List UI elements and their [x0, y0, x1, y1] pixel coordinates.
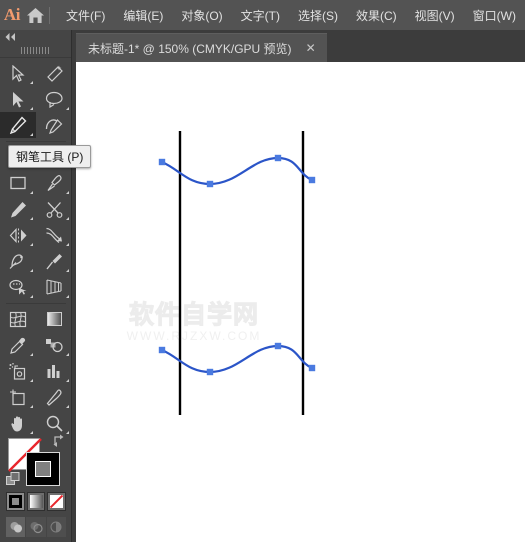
tool-free-transform[interactable]	[0, 248, 36, 274]
tool-group-corner	[66, 405, 69, 408]
gradient-mode-button[interactable]	[26, 492, 46, 511]
menubar-separator	[49, 6, 51, 24]
tool-group-corner	[66, 353, 69, 356]
tool-panel	[0, 30, 72, 542]
menu-bar: Ai 文件(F) 编辑(E) 对象(O) 文字(T) 选择(S) 效果(C) 视…	[0, 0, 525, 30]
tool-artboard[interactable]	[0, 384, 36, 410]
anchor-point[interactable]	[158, 158, 166, 166]
tool-paintbrush[interactable]	[36, 170, 72, 196]
tool-symbol-sprayer[interactable]	[0, 358, 36, 384]
canvas-area[interactable]: 软件自学网 WWW.RJZXW.COM	[76, 62, 525, 542]
anchor-point[interactable]	[274, 342, 282, 350]
tool-eyedropper[interactable]	[0, 332, 36, 358]
tool-group-corner	[30, 353, 33, 356]
tool-group-corner	[66, 107, 69, 110]
tool-column-graph[interactable]	[36, 358, 72, 384]
home-icon[interactable]	[24, 0, 46, 30]
stroke-inner-square	[35, 461, 51, 477]
tool-direct-selection[interactable]	[0, 86, 36, 112]
tool-slice[interactable]	[36, 384, 72, 410]
stroke-swatch[interactable]	[26, 452, 60, 486]
tool-pencil[interactable]	[0, 196, 36, 222]
tool-group-corner	[30, 107, 33, 110]
tool-lasso[interactable]	[36, 86, 72, 112]
tool-width[interactable]	[36, 222, 72, 248]
tool-group-corner	[30, 295, 33, 298]
tool-magic-wand[interactable]	[36, 60, 72, 86]
bottom-wave-path	[161, 344, 313, 374]
tool-tooltip: 钢笔工具 (P)	[8, 145, 92, 168]
tool-group-corner	[30, 379, 33, 382]
tool-group-corner	[30, 133, 33, 136]
color-mode-button[interactable]	[6, 492, 25, 511]
color-mode-row	[6, 492, 67, 514]
menu-item-file[interactable]: 文件(F)	[57, 3, 114, 28]
tool-group-corner	[66, 269, 69, 272]
tool-mesh[interactable]	[0, 306, 36, 332]
menu-item-list: 文件(F) 编辑(E) 对象(O) 文字(T) 选择(S) 效果(C) 视图(V…	[57, 3, 525, 28]
tool-puppet-warp[interactable]	[36, 248, 72, 274]
app-logo: Ai	[3, 5, 20, 24]
menu-item-effect[interactable]: 效果(C)	[347, 3, 406, 28]
menu-item-window[interactable]: 窗口(W)	[464, 3, 525, 28]
tool-group-corner	[30, 405, 33, 408]
menu-item-select[interactable]: 选择(S)	[289, 3, 347, 28]
tool-pen[interactable]	[0, 112, 36, 138]
draw-normal-button[interactable]	[6, 517, 26, 537]
grip-dots-icon	[20, 47, 51, 54]
fill-stroke-controls	[0, 430, 72, 496]
tool-scissors[interactable]	[36, 196, 72, 222]
document-tab[interactable]: 未标题-1* @ 150% (CMYK/GPU 预览) ✕	[76, 33, 327, 62]
tool-group-corner	[66, 295, 69, 298]
tool-group-corner	[66, 243, 69, 246]
tool-group-corner	[30, 269, 33, 272]
panel-drag-handle[interactable]	[0, 44, 71, 58]
tool-selection[interactable]	[0, 60, 36, 86]
tool-group-corner	[30, 81, 33, 84]
collapse-panel-icon[interactable]	[0, 30, 71, 44]
tool-group-corner	[66, 191, 69, 194]
anchor-point[interactable]	[308, 176, 316, 184]
menu-item-view[interactable]: 视图(V)	[406, 3, 464, 28]
tool-group-corner	[66, 379, 69, 382]
document-tab-bar: 未标题-1* @ 150% (CMYK/GPU 预览) ✕	[76, 30, 525, 62]
anchor-point-group[interactable]	[158, 154, 316, 376]
tool-group-corner	[30, 243, 33, 246]
swap-fill-stroke-icon[interactable]	[53, 434, 66, 447]
menu-item-object[interactable]: 对象(O)	[172, 3, 231, 28]
tool-group-corner	[30, 217, 33, 220]
anchor-point[interactable]	[206, 368, 214, 376]
menu-item-type[interactable]: 文字(T)	[232, 3, 289, 28]
document-tab-label: 未标题-1* @ 150% (CMYK/GPU 预览)	[88, 41, 292, 56]
close-icon[interactable]: ✕	[303, 40, 319, 56]
top-wave-path	[161, 156, 313, 186]
anchor-point[interactable]	[158, 346, 166, 354]
menu-item-edit[interactable]: 编辑(E)	[114, 3, 172, 28]
draw-behind-button[interactable]	[26, 517, 46, 537]
tool-shape-builder[interactable]	[0, 274, 36, 300]
artwork-svg[interactable]	[76, 62, 525, 542]
none-mode-button[interactable]	[47, 492, 67, 511]
tool-gradient[interactable]	[36, 306, 72, 332]
draw-inside-button[interactable]	[46, 517, 66, 537]
tool-rotate[interactable]	[0, 222, 36, 248]
draw-mode-row	[6, 517, 66, 539]
tool-group-corner	[66, 217, 69, 220]
default-fill-stroke-icon[interactable]	[6, 472, 20, 486]
tool-blend[interactable]	[36, 332, 72, 358]
anchor-point[interactable]	[206, 180, 214, 188]
tool-perspective-grid[interactable]	[36, 274, 72, 300]
tool-group-corner	[30, 191, 33, 194]
anchor-point[interactable]	[274, 154, 282, 162]
tool-curvature[interactable]	[36, 112, 72, 138]
anchor-point[interactable]	[308, 364, 316, 372]
illustrator-window: Ai 文件(F) 编辑(E) 对象(O) 文字(T) 选择(S) 效果(C) 视…	[0, 0, 525, 542]
tool-rectangle[interactable]	[0, 170, 36, 196]
tool-grid	[0, 58, 71, 436]
